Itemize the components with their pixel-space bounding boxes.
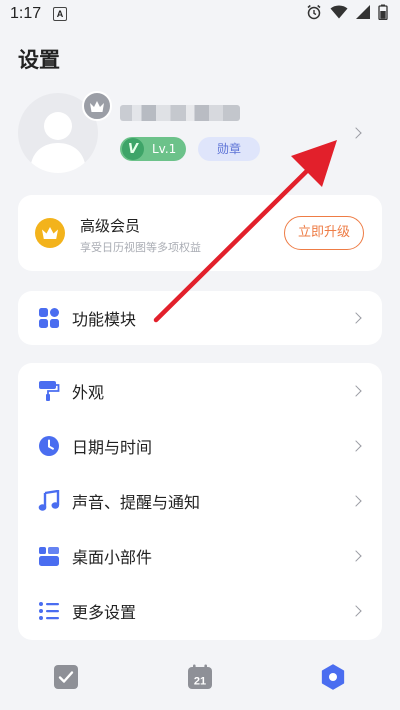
checkbox-tab-icon xyxy=(54,665,78,689)
settings-group-card: 外观 日期与时间 声音、提醒与通知 桌面小部件 更多设置 xyxy=(18,363,382,640)
profile-section[interactable]: V Lv.1 勋章 xyxy=(0,85,400,185)
status-bar: 1:17 A xyxy=(0,0,400,30)
grid-icon xyxy=(39,308,59,328)
tab-calendar[interactable]: 21 xyxy=(187,664,213,690)
paint-roller-icon xyxy=(39,380,60,401)
signal-icon xyxy=(356,5,370,19)
medal-badge[interactable]: 勋章 xyxy=(198,137,260,161)
upgrade-button[interactable]: 立即升级 xyxy=(284,216,364,250)
vip-title: 高级会员 xyxy=(80,217,141,235)
chevron-right-icon xyxy=(350,312,362,324)
calendar-day: 21 xyxy=(194,676,206,688)
chevron-right-icon xyxy=(350,549,362,562)
modules-card[interactable]: 功能模块 xyxy=(18,291,382,345)
level-badge[interactable]: V Lv.1 xyxy=(120,137,186,161)
wifi-icon xyxy=(330,5,348,19)
status-time: 1:17 xyxy=(10,5,42,22)
vip-v-icon: V xyxy=(122,138,144,160)
vip-card[interactable]: 高级会员 享受日历视图等多项权益 立即升级 xyxy=(18,195,382,271)
page-title: 设置 xyxy=(18,48,60,72)
settings-item-sound[interactable]: 声音、提醒与通知 xyxy=(18,473,382,528)
tab-settings[interactable] xyxy=(320,664,346,690)
bottom-tab-bar: 21 xyxy=(0,652,400,710)
settings-hexagon-tab-icon xyxy=(321,664,345,690)
chevron-right-icon xyxy=(350,604,362,617)
chevron-right-icon xyxy=(350,494,362,507)
list-settings-icon xyxy=(39,601,59,620)
clock-icon xyxy=(39,435,59,456)
settings-item-widgets[interactable]: 桌面小部件 xyxy=(18,528,382,583)
vip-description: 享受日历视图等多项权益 xyxy=(80,241,201,254)
settings-item-more[interactable]: 更多设置 xyxy=(18,583,382,638)
crown-badge-icon xyxy=(82,91,112,121)
profile-chevron-right-icon xyxy=(350,127,362,139)
music-note-icon xyxy=(38,489,60,511)
username-blurred xyxy=(120,105,240,121)
vip-crown-icon xyxy=(35,218,65,248)
settings-item-date-time[interactable]: 日期与时间 xyxy=(18,418,382,473)
modules-row[interactable]: 功能模块 xyxy=(18,291,382,345)
battery-icon xyxy=(378,4,388,20)
tab-tasks[interactable] xyxy=(53,664,79,690)
notification-icon: A xyxy=(53,7,67,21)
modules-label: 功能模块 xyxy=(72,310,137,329)
calendar-tab-icon: 21 xyxy=(188,664,212,689)
settings-item-appearance[interactable]: 外观 xyxy=(18,363,382,418)
widgets-icon xyxy=(39,546,59,566)
chevron-right-icon xyxy=(350,384,362,397)
alarm-icon xyxy=(307,4,321,20)
chevron-right-icon xyxy=(350,439,362,452)
